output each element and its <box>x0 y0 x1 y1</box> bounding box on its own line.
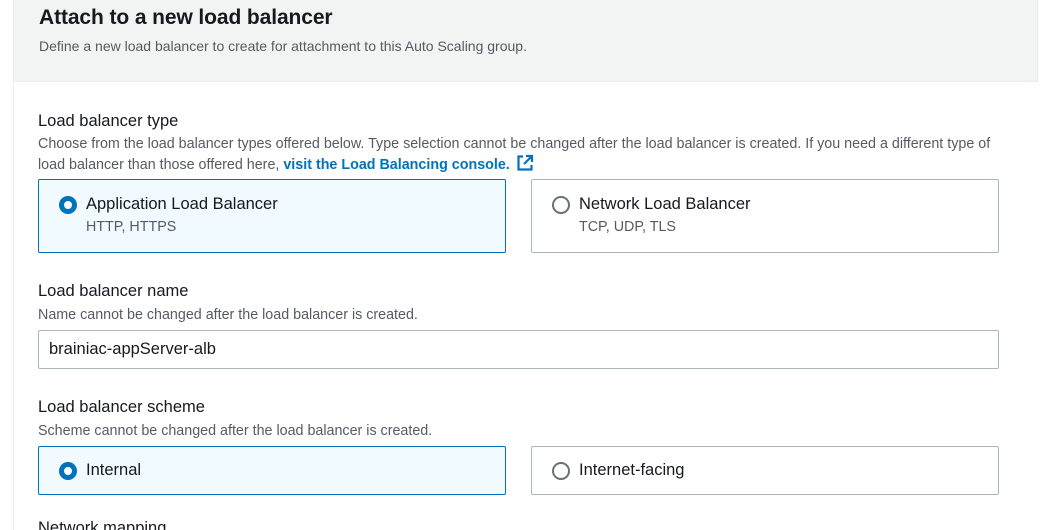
lb-scheme-option-internet-facing[interactable]: Internet-facing <box>531 446 999 495</box>
option-label: Internet-facing <box>579 461 685 479</box>
lb-type-label: Load balancer type <box>38 112 179 130</box>
option-label: Application Load Balancer <box>86 195 278 213</box>
lb-scheme-label: Load balancer scheme <box>38 398 205 416</box>
option-label: Internal <box>86 461 142 479</box>
radio-application[interactable] <box>59 196 77 214</box>
load-balancing-console-link[interactable]: visit the Load Balancing console. <box>283 157 509 173</box>
lb-name-description: Name cannot be changed after the load ba… <box>38 307 418 323</box>
lb-type-description: Choose from the load balancer types offe… <box>38 134 1013 175</box>
network-mapping-label: Network mapping <box>38 519 167 530</box>
lb-name-input[interactable] <box>38 330 999 369</box>
radio-internal[interactable] <box>59 462 77 480</box>
option-description: HTTP, HTTPS <box>86 219 177 235</box>
lb-name-label: Load balancer name <box>38 282 189 300</box>
option-description: TCP, UDP, TLS <box>579 219 676 235</box>
radio-internet-facing[interactable] <box>552 462 570 480</box>
option-label: Network Load Balancer <box>579 195 751 213</box>
panel-description: Define a new load balancer to create for… <box>39 38 527 54</box>
radio-network[interactable] <box>552 196 570 214</box>
lb-type-option-network[interactable]: Network Load Balancer TCP, UDP, TLS <box>531 179 999 253</box>
lb-type-description-text: Choose from the load balancer types offe… <box>38 136 991 173</box>
external-link-icon[interactable] <box>516 154 534 172</box>
lb-scheme-option-internal[interactable]: Internal <box>38 446 506 495</box>
panel-header: Attach to a new load balancer Define a n… <box>14 0 1038 82</box>
panel-title: Attach to a new load balancer <box>39 6 333 29</box>
lb-type-option-application[interactable]: Application Load Balancer HTTP, HTTPS <box>38 179 506 253</box>
lb-scheme-description: Scheme cannot be changed after the load … <box>38 423 433 439</box>
